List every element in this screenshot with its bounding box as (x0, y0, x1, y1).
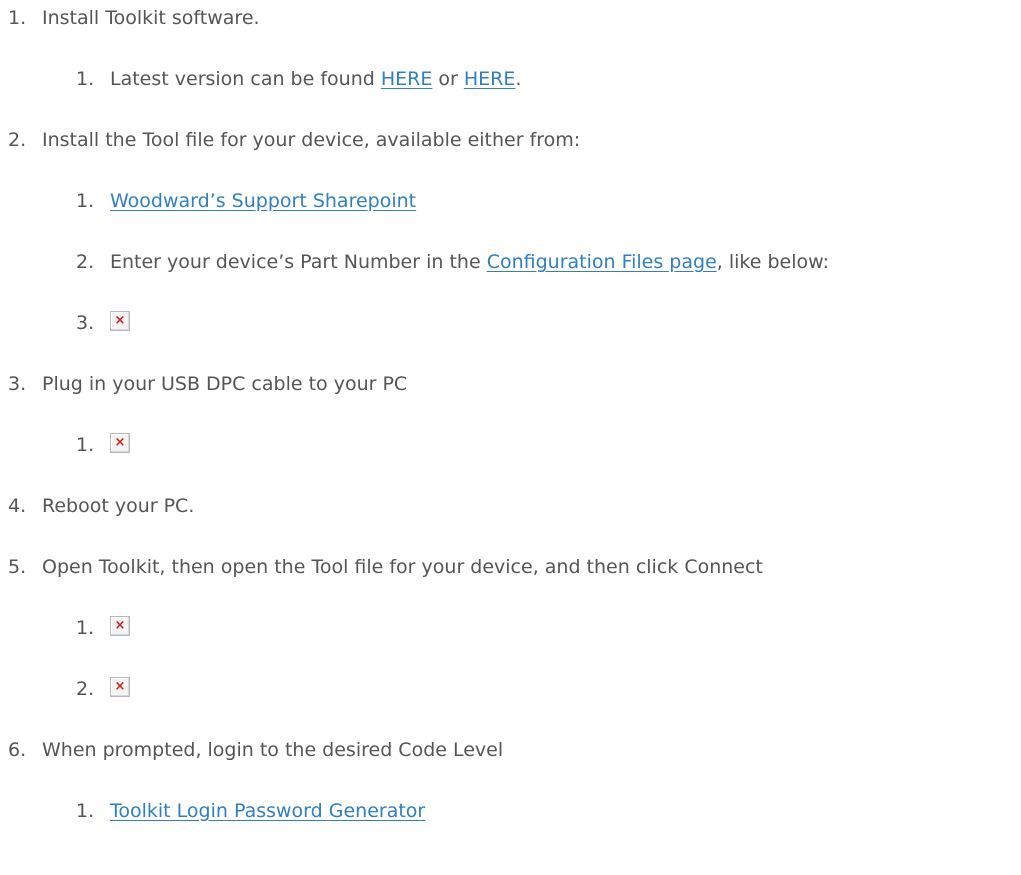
broken-image-icon: × (110, 311, 130, 331)
step-text: Install Toolkit software. (42, 7, 260, 29)
sub-step-number: 1. (76, 800, 95, 822)
step-1-sub-1: 1. Latest version can be found HERE or HE… (76, 67, 521, 91)
sub-step-text: , like below: (716, 251, 830, 273)
step-text: Plug in your USB DPC cable to your PC (42, 373, 408, 395)
step-number: 3. (8, 373, 27, 395)
download-here-link-2[interactable]: HERE (464, 68, 516, 90)
step-text: When prompted, login to the desired Code… (42, 739, 504, 761)
sub-step-text: Latest version can be found (110, 68, 381, 90)
step-3: 3. Plug in your USB DPC cable to your PC (8, 372, 407, 396)
step-text: Open Toolkit, then open the Tool file fo… (42, 556, 763, 578)
step-number: 2. (8, 129, 27, 151)
sub-step-number: 1. (76, 68, 95, 90)
password-generator-link[interactable]: Toolkit Login Password Generator (110, 800, 425, 822)
download-here-link-1[interactable]: HERE (381, 68, 433, 90)
step-number: 4. (8, 495, 27, 517)
sub-step-number: 2. (76, 251, 95, 273)
broken-image-icon: × (110, 677, 130, 697)
broken-image-icon: × (110, 616, 130, 636)
broken-image-icon: × (110, 433, 130, 453)
sub-step-number: 2. (76, 678, 95, 700)
support-sharepoint-link[interactable]: Woodward’s Support Sharepoint (110, 190, 416, 212)
step-number: 5. (8, 556, 27, 578)
step-3-sub-1: 1. × (76, 433, 130, 457)
step-6: 6. When prompted, login to the desired Co… (8, 738, 503, 762)
step-4: 4. Reboot your PC. (8, 494, 194, 518)
sub-step-text: Enter your device’s Part Number in the (110, 251, 487, 273)
step-2-sub-3: 3. × (76, 311, 130, 335)
sub-step-number: 1. (76, 434, 95, 456)
step-5-sub-2: 2. × (76, 677, 130, 701)
sub-step-text: . (515, 68, 522, 90)
step-2: 2. Install the Tool file for your device,… (8, 128, 580, 152)
step-5: 5. Open Toolkit, then open the Tool file … (8, 555, 763, 579)
step-text: Reboot your PC. (42, 495, 195, 517)
step-number: 1. (8, 7, 27, 29)
sub-step-number: 3. (76, 312, 95, 334)
step-2-sub-2: 2. Enter your device’s Part Number in the… (76, 250, 829, 274)
sub-step-number: 1. (76, 190, 95, 212)
sub-step-number: 1. (76, 617, 95, 639)
configuration-files-link[interactable]: Configuration Files page (487, 251, 717, 273)
step-number: 6. (8, 739, 27, 761)
step-2-sub-1: 1. Woodward’s Support Sharepoint (76, 189, 416, 213)
sub-step-text: or (432, 68, 464, 90)
step-1: 1. Install Toolkit software. (8, 6, 260, 30)
step-text: Install the Tool file for your device, a… (42, 129, 581, 151)
step-5-sub-1: 1. × (76, 616, 130, 640)
step-6-sub-1: 1. Toolkit Login Password Generator (76, 799, 425, 823)
